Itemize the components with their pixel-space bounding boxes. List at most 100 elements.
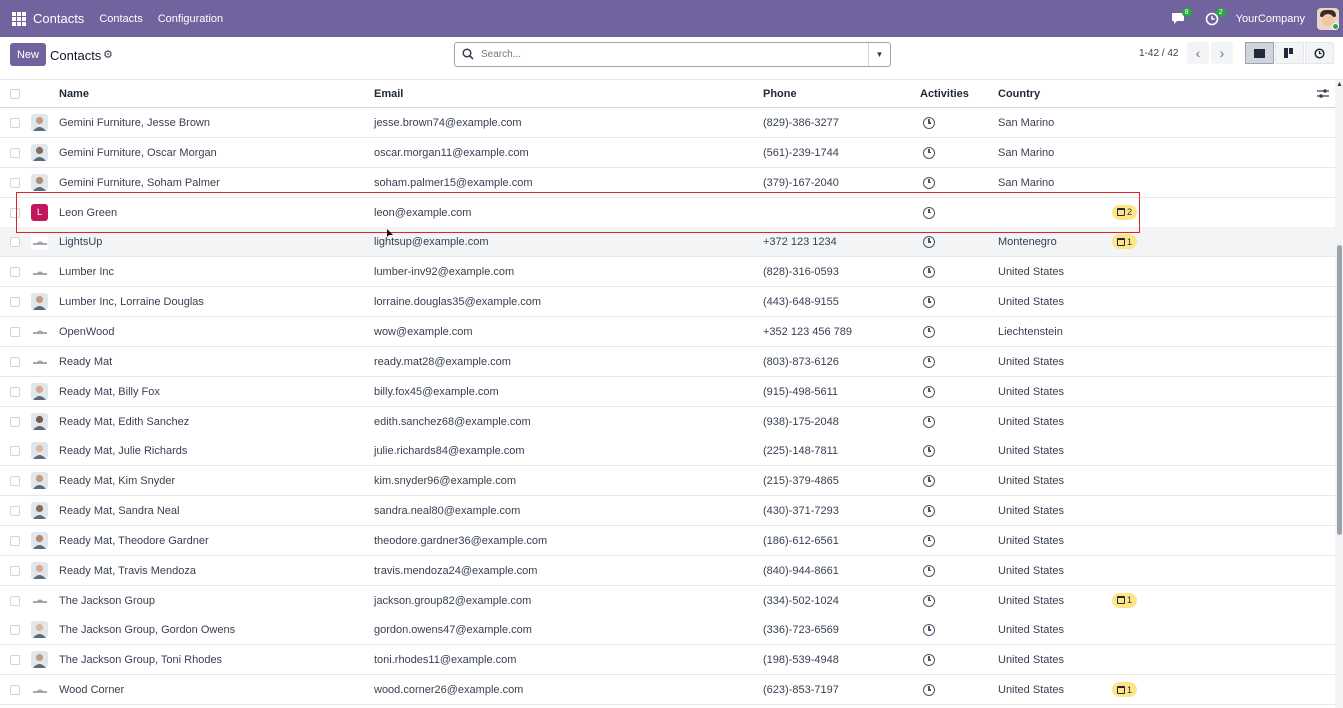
new-button[interactable]: New — [10, 43, 46, 66]
app-brand[interactable]: Contacts — [33, 11, 84, 26]
pager-previous-button[interactable]: ‹ — [1187, 42, 1209, 64]
table-row[interactable]: Ready Mat ready.mat28@example.com (803)-… — [0, 346, 1335, 377]
contact-name[interactable]: Lumber Inc, Lorraine Douglas — [59, 296, 204, 308]
contact-email[interactable]: leon@example.com — [374, 207, 471, 219]
contact-phone[interactable]: (803)-873-6126 — [763, 356, 839, 368]
table-row[interactable]: OpenWood wow@example.com +352 123 456 78… — [0, 316, 1335, 347]
activity-clock-icon[interactable] — [923, 325, 935, 338]
header-name[interactable]: Name — [59, 88, 89, 100]
activities-button[interactable]: 2 — [1202, 7, 1226, 29]
contact-phone[interactable]: (623)-853-7197 — [763, 684, 839, 696]
contact-name[interactable]: The Jackson Group — [59, 595, 155, 607]
table-row[interactable]: Gemini Furniture, Oscar Morgan oscar.mor… — [0, 137, 1335, 168]
contact-phone[interactable]: (561)-239-1744 — [763, 147, 839, 159]
row-checkbox[interactable] — [10, 416, 20, 427]
scrollbar-thumb[interactable] — [1337, 245, 1342, 535]
contact-email[interactable]: julie.richards84@example.com — [374, 445, 525, 457]
activity-clock-icon[interactable] — [923, 624, 935, 637]
header-activities[interactable]: Activities — [920, 88, 969, 100]
row-checkbox[interactable] — [10, 118, 20, 128]
messages-button[interactable]: 8 — [1168, 7, 1192, 29]
contact-email[interactable]: toni.rhodes11@example.com — [374, 654, 516, 666]
table-row[interactable]: The Jackson Group jackson.group82@exampl… — [0, 585, 1335, 616]
table-row[interactable]: Ready Mat, Billy Fox billy.fox45@example… — [0, 376, 1335, 407]
contact-email[interactable]: sandra.neal80@example.com — [374, 505, 520, 517]
contact-phone[interactable]: (225)-148-7811 — [763, 445, 838, 457]
activity-clock-icon[interactable] — [923, 266, 935, 279]
table-row[interactable]: Ready Mat, Julie Richards julie.richards… — [0, 436, 1335, 467]
contact-phone[interactable]: (443)-648-9155 — [763, 296, 839, 308]
contact-phone[interactable]: (379)-167-2040 — [763, 177, 839, 189]
contact-email[interactable]: theodore.gardner36@example.com — [374, 535, 547, 547]
contact-email[interactable]: ready.mat28@example.com — [374, 356, 511, 368]
contact-phone[interactable]: (334)-502-1024 — [763, 595, 839, 607]
gear-icon[interactable]: ⚙ — [103, 48, 113, 61]
table-row[interactable]: Ready Mat, Edith Sanchez edith.sanchez68… — [0, 406, 1335, 437]
table-row[interactable]: Wood Corner wood.corner26@example.com (6… — [0, 675, 1335, 706]
contact-name[interactable]: LightsUp — [59, 236, 102, 248]
row-checkbox[interactable] — [10, 207, 20, 218]
user-avatar[interactable] — [1317, 7, 1339, 30]
contact-name[interactable]: The Jackson Group, Toni Rhodes — [59, 654, 222, 666]
contact-phone[interactable]: (186)-612-6561 — [763, 535, 839, 547]
contact-name[interactable]: Ready Mat, Theodore Gardner — [59, 535, 209, 547]
table-row[interactable]: The Jackson Group, Gordon Owens gordon.o… — [0, 615, 1335, 646]
activity-clock-icon[interactable] — [923, 146, 935, 159]
contact-email[interactable]: wood.corner26@example.com — [374, 684, 523, 696]
contact-email[interactable]: jackson.group82@example.com — [374, 595, 531, 607]
contact-email[interactable]: lorraine.douglas35@example.com — [374, 296, 541, 308]
contact-name[interactable]: The Jackson Group, Gordon Owens — [59, 624, 235, 636]
contact-name[interactable]: Ready Mat, Travis Mendoza — [59, 565, 196, 577]
row-checkbox[interactable] — [10, 595, 20, 606]
contact-name[interactable]: Ready Mat, Julie Richards — [59, 445, 187, 457]
contact-email[interactable]: travis.mendoza24@example.com — [374, 565, 537, 577]
row-checkbox[interactable] — [10, 326, 20, 337]
table-row[interactable]: Ready Mat, Theodore Gardner theodore.gar… — [0, 525, 1335, 556]
activity-clock-icon[interactable] — [923, 117, 935, 129]
row-checkbox[interactable] — [10, 535, 20, 546]
table-row[interactable]: Lumber Inc, Lorraine Douglas lorraine.do… — [0, 287, 1335, 318]
contact-phone[interactable]: (215)-379-4865 — [763, 475, 839, 487]
pager-value[interactable]: 1-42 / 42 — [1139, 48, 1178, 59]
contact-name[interactable]: OpenWood — [59, 326, 114, 338]
contact-phone[interactable]: (198)-539-4948 — [763, 654, 839, 666]
row-checkbox[interactable] — [10, 237, 20, 248]
table-row[interactable]: Ready Mat, Kim Snyder kim.snyder96@examp… — [0, 466, 1335, 497]
contact-email[interactable]: lumber-inv92@example.com — [374, 266, 514, 278]
row-checkbox[interactable] — [10, 506, 20, 517]
row-checkbox[interactable] — [10, 565, 20, 576]
activity-clock-icon[interactable] — [923, 505, 935, 518]
table-row[interactable]: Lumber Inc lumber-inv92@example.com (828… — [0, 257, 1335, 288]
scroll-up-arrow-icon[interactable]: ▲ — [1336, 81, 1343, 88]
activity-clock-icon[interactable] — [923, 355, 935, 368]
select-all-checkbox[interactable] — [10, 89, 20, 99]
contact-email[interactable]: billy.fox45@example.com — [374, 386, 499, 398]
activity-clock-icon[interactable] — [923, 684, 935, 697]
contact-name[interactable]: Gemini Furniture, Jesse Brown — [59, 117, 210, 129]
contact-phone[interactable]: (938)-175-2048 — [763, 416, 839, 428]
contact-phone[interactable]: (336)-723-6569 — [763, 624, 839, 636]
activity-clock-icon[interactable] — [923, 654, 935, 667]
table-row[interactable]: Gemini Furniture, Jesse Brown jesse.brow… — [0, 108, 1335, 138]
contact-phone[interactable]: (828)-316-0593 — [763, 266, 839, 278]
table-row[interactable]: The Jackson Group, Toni Rhodes toni.rhod… — [0, 645, 1335, 676]
row-checkbox[interactable] — [10, 685, 20, 696]
contact-name[interactable]: Lumber Inc — [59, 266, 114, 278]
table-row[interactable]: Ready Mat, Sandra Neal sandra.neal80@exa… — [0, 496, 1335, 527]
activity-clock-icon[interactable] — [923, 385, 935, 398]
contact-name[interactable]: Leon Green — [59, 207, 117, 219]
contact-phone[interactable]: (915)-498-5611 — [763, 386, 838, 398]
activity-clock-icon[interactable] — [923, 534, 935, 547]
company-switcher[interactable]: YourCompany — [1236, 13, 1305, 25]
apps-menu-icon[interactable] — [12, 11, 26, 26]
list-view-button[interactable] — [1245, 42, 1274, 64]
contact-email[interactable]: jesse.brown74@example.com — [374, 117, 522, 129]
activity-badge[interactable]: 1 — [1112, 682, 1138, 698]
activity-clock-icon[interactable] — [923, 176, 935, 189]
activity-clock-icon[interactable] — [923, 445, 935, 458]
row-checkbox[interactable] — [10, 297, 20, 308]
contact-email[interactable]: oscar.morgan11@example.com — [374, 147, 529, 159]
contact-email[interactable]: edith.sanchez68@example.com — [374, 416, 531, 428]
contact-name[interactable]: Gemini Furniture, Oscar Morgan — [59, 147, 217, 159]
activity-badge[interactable]: 1 — [1112, 592, 1138, 608]
